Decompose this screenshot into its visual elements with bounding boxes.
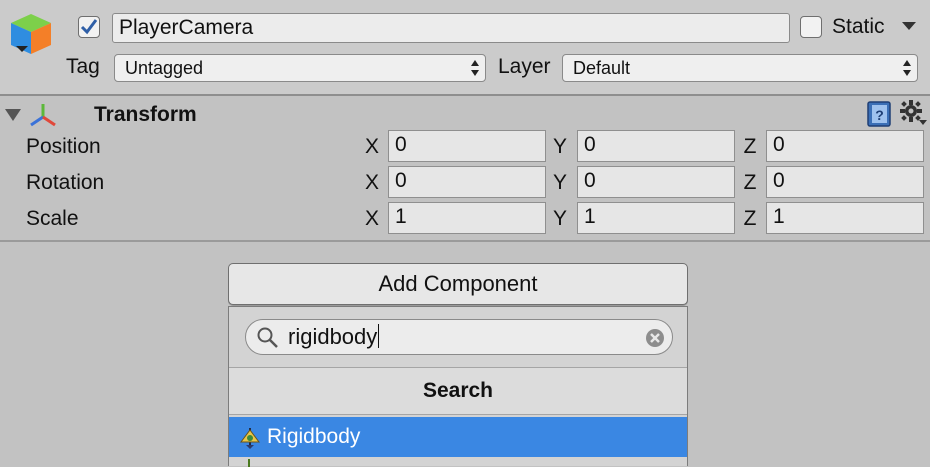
transform-title[interactable]: Transform bbox=[94, 101, 197, 129]
foldout-arrow-icon[interactable] bbox=[4, 108, 22, 122]
rotation-z-field[interactable]: 0 bbox=[766, 166, 924, 198]
rotation-x-field[interactable]: 0 bbox=[388, 166, 546, 198]
transform-component: Transform ? Position X 0 Y 0 Z 0 Rotatio… bbox=[0, 96, 930, 242]
layer-dropdown[interactable]: Default bbox=[562, 54, 918, 82]
updown-arrows-icon bbox=[903, 60, 911, 76]
axis-z-label: Z bbox=[743, 171, 757, 194]
position-z-field[interactable]: 0 bbox=[766, 130, 924, 162]
static-checkbox[interactable] bbox=[800, 16, 822, 38]
position-label: Position bbox=[26, 135, 101, 158]
static-dropdown-arrow-icon[interactable] bbox=[900, 20, 918, 32]
rotation-label: Rotation bbox=[26, 171, 105, 194]
svg-text:?: ? bbox=[875, 107, 884, 123]
tag-dropdown-value: Untagged bbox=[125, 58, 204, 78]
tag-dropdown[interactable]: Untagged bbox=[114, 54, 486, 82]
axis-x-label: X bbox=[364, 171, 379, 194]
static-label: Static bbox=[832, 15, 885, 38]
result-item-rigidbody[interactable]: Rigidbody bbox=[229, 417, 687, 457]
axis-z-label: Z bbox=[743, 207, 757, 230]
scale-y-field[interactable]: 1 bbox=[577, 202, 735, 234]
add-component-popup: rigidbody Search Rigidbody bbox=[228, 306, 688, 467]
gear-icon[interactable] bbox=[900, 100, 928, 126]
add-component-button[interactable]: Add Component bbox=[228, 263, 688, 305]
axis-y-label: Y bbox=[552, 207, 567, 230]
result-item-label: Rigidbody bbox=[267, 425, 361, 448]
active-checkbox[interactable] bbox=[78, 16, 100, 38]
search-icon bbox=[257, 327, 278, 348]
scale-label: Scale bbox=[26, 207, 79, 230]
help-book-icon[interactable]: ? bbox=[866, 100, 892, 128]
clear-search-icon[interactable] bbox=[644, 327, 666, 349]
axis-x-label: X bbox=[364, 135, 379, 158]
checkmark-icon bbox=[80, 19, 98, 35]
axis-y-label: Y bbox=[552, 171, 567, 194]
tag-label: Tag bbox=[66, 55, 100, 78]
object-name-field[interactable]: PlayerCamera bbox=[112, 13, 790, 43]
layer-label: Layer bbox=[498, 55, 551, 78]
layer-dropdown-value: Default bbox=[573, 58, 631, 78]
scale-z-field[interactable]: 1 bbox=[766, 202, 924, 234]
rotation-y-field[interactable]: 0 bbox=[577, 166, 735, 198]
axis-z-label: Z bbox=[743, 135, 757, 158]
position-x-field[interactable]: 0 bbox=[388, 130, 546, 162]
axis-y-label: Y bbox=[552, 135, 567, 158]
search-results-header: Search bbox=[229, 367, 687, 415]
rigidbody-icon bbox=[240, 428, 260, 449]
transform-rows: Position X 0 Y 0 Z 0 Rotation X 0 Y 0 Z … bbox=[0, 130, 930, 238]
inspector-header: PlayerCamera Static Tag Untagged Layer D… bbox=[0, 0, 930, 96]
scale-x-field[interactable]: 1 bbox=[388, 202, 546, 234]
transform-axes-icon bbox=[30, 104, 56, 127]
gameobject-cube-icon bbox=[11, 14, 51, 54]
position-y-field[interactable]: 0 bbox=[577, 130, 735, 162]
component-search-input[interactable]: rigidbody bbox=[245, 319, 673, 355]
search-text: rigidbody bbox=[288, 324, 380, 349]
text-caret bbox=[378, 324, 380, 348]
axis-x-label: X bbox=[364, 207, 379, 230]
updown-arrows-icon bbox=[471, 60, 479, 76]
